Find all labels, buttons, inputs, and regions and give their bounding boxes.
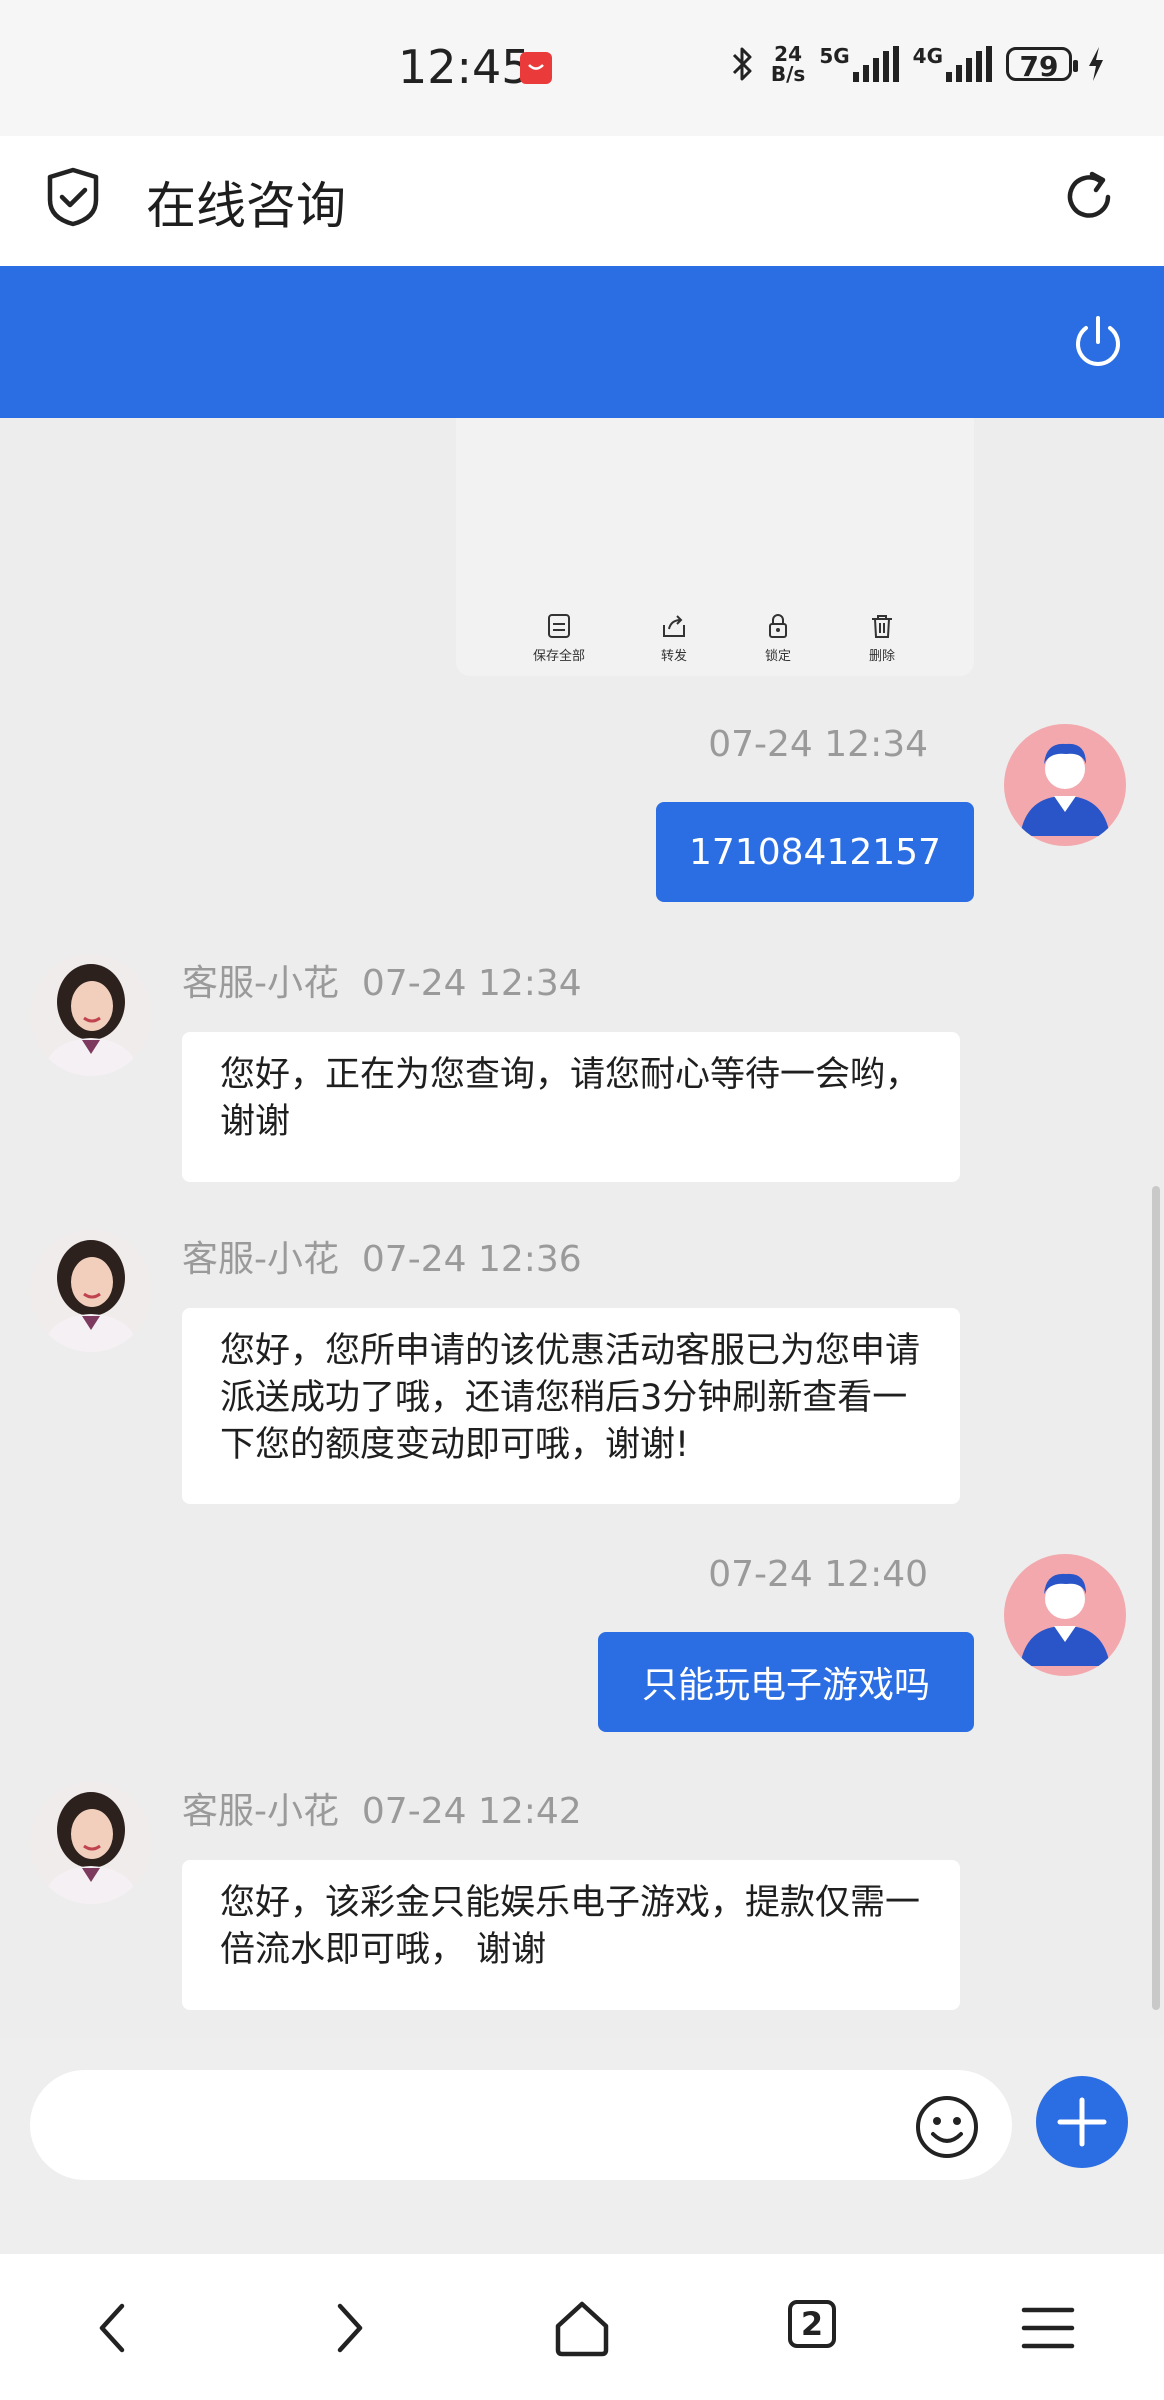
- message-meta: 客服-小花 07-24 12:42: [182, 1782, 582, 1834]
- delete-tool[interactable]: 删除: [867, 611, 897, 664]
- sender-name: 客服-小花: [182, 1239, 339, 1280]
- lock-tool[interactable]: 锁定: [763, 611, 793, 664]
- add-attachment-button[interactable]: [1036, 2076, 1128, 2168]
- refresh-icon[interactable]: [1060, 168, 1118, 226]
- sender-name: 客服-小花: [182, 1791, 339, 1832]
- app-store-icon: [520, 52, 552, 84]
- agent-avatar: [30, 1230, 152, 1352]
- trash-icon: [871, 615, 892, 638]
- home-icon[interactable]: [552, 2298, 612, 2358]
- signal-5g: 5G: [819, 44, 899, 82]
- forward-label: 转发: [660, 649, 687, 664]
- network-speed: 24 B/s: [771, 44, 805, 84]
- chat-scrollbar[interactable]: [1152, 1186, 1160, 2010]
- shield-check-icon: [47, 167, 99, 227]
- outgoing-message[interactable]: 17108412157: [656, 802, 974, 902]
- sender-name: 客服-小花: [182, 963, 339, 1004]
- image-toolbar: 保存全部 转发 锁定 删除: [456, 611, 974, 664]
- lock-icon: [768, 614, 787, 638]
- message-timestamp: 07-24 12:34: [361, 963, 582, 1004]
- image-message[interactable]: 保存全部 转发 锁定 删除: [456, 418, 974, 676]
- menu-icon[interactable]: [1018, 2298, 1078, 2358]
- user-avatar: [1004, 724, 1126, 846]
- back-icon[interactable]: [84, 2298, 144, 2358]
- signal-4g-label: 4G: [912, 44, 943, 68]
- bluetooth-icon: [732, 47, 752, 81]
- signal-4g: 4G: [913, 46, 992, 82]
- browser-nav-bar: 2: [0, 2254, 1164, 2400]
- network-speed-unit: B/s: [770, 62, 806, 86]
- signal-bars-icon: [946, 46, 992, 82]
- message-timestamp: 07-24 12:40: [708, 1554, 928, 1595]
- incoming-message[interactable]: 您好，正在为您查询，请您耐心等待一会哟，谢谢: [182, 1032, 960, 1182]
- share-icon: [662, 615, 685, 637]
- save-all-label: 保存全部: [532, 649, 585, 664]
- title-bar: 在线咨询: [0, 136, 1164, 266]
- message-timestamp: 07-24 12:42: [361, 1791, 582, 1832]
- power-icon[interactable]: [1068, 312, 1128, 372]
- message-timestamp: 07-24 12:34: [708, 724, 928, 765]
- battery-indicator: 79: [1006, 47, 1078, 83]
- message-input[interactable]: [30, 2070, 1012, 2180]
- incoming-message[interactable]: 您好，您所申请的该优惠活动客服已为您申请派送成功了哦，还请您稍后3分钟刷新查看一…: [182, 1308, 960, 1504]
- network-speed-value: 24: [774, 42, 802, 66]
- save-icon: [547, 614, 570, 638]
- delete-label: 删除: [868, 649, 895, 664]
- agent-avatar: [30, 954, 152, 1076]
- status-icons: 24 B/s 5G 4G 79: [729, 44, 1106, 84]
- page-title: 在线咨询: [146, 177, 346, 235]
- tabs-button[interactable]: 2: [788, 2300, 836, 2348]
- chat-area[interactable]: 保存全部 转发 锁定 删除 07-24 12:34 17108412157 客服…: [0, 418, 1164, 2038]
- status-time: 12:45: [398, 40, 531, 94]
- user-avatar: [1004, 1554, 1126, 1676]
- signal-5g-label: 5G: [819, 44, 850, 68]
- agent-avatar: [30, 1782, 152, 1904]
- message-meta: 客服-小花 07-24 12:34: [182, 954, 582, 1006]
- emoji-icon[interactable]: [914, 2094, 980, 2160]
- forward-icon[interactable]: [318, 2298, 378, 2358]
- forward-tool[interactable]: 转发: [659, 611, 689, 664]
- signal-bars-icon: [852, 46, 899, 82]
- outgoing-message[interactable]: 只能玩电子游戏吗: [598, 1632, 974, 1732]
- charging-icon: [1089, 47, 1103, 81]
- message-meta: 客服-小花 07-24 12:36: [182, 1230, 582, 1282]
- message-timestamp: 07-24 12:36: [361, 1239, 582, 1280]
- incoming-message[interactable]: 您好，该彩金只能娱乐电子游戏，提款仅需一倍流水即可哦， 谢谢: [182, 1860, 960, 2010]
- status-bar: 12:45 24 B/s 5G 4G 79: [0, 0, 1164, 136]
- plus-icon: [1057, 2097, 1107, 2147]
- message-input-bar: [0, 2038, 1164, 2254]
- chat-header-bar: [0, 266, 1164, 418]
- save-all-tool[interactable]: 保存全部: [533, 611, 585, 664]
- lock-label: 锁定: [764, 649, 791, 664]
